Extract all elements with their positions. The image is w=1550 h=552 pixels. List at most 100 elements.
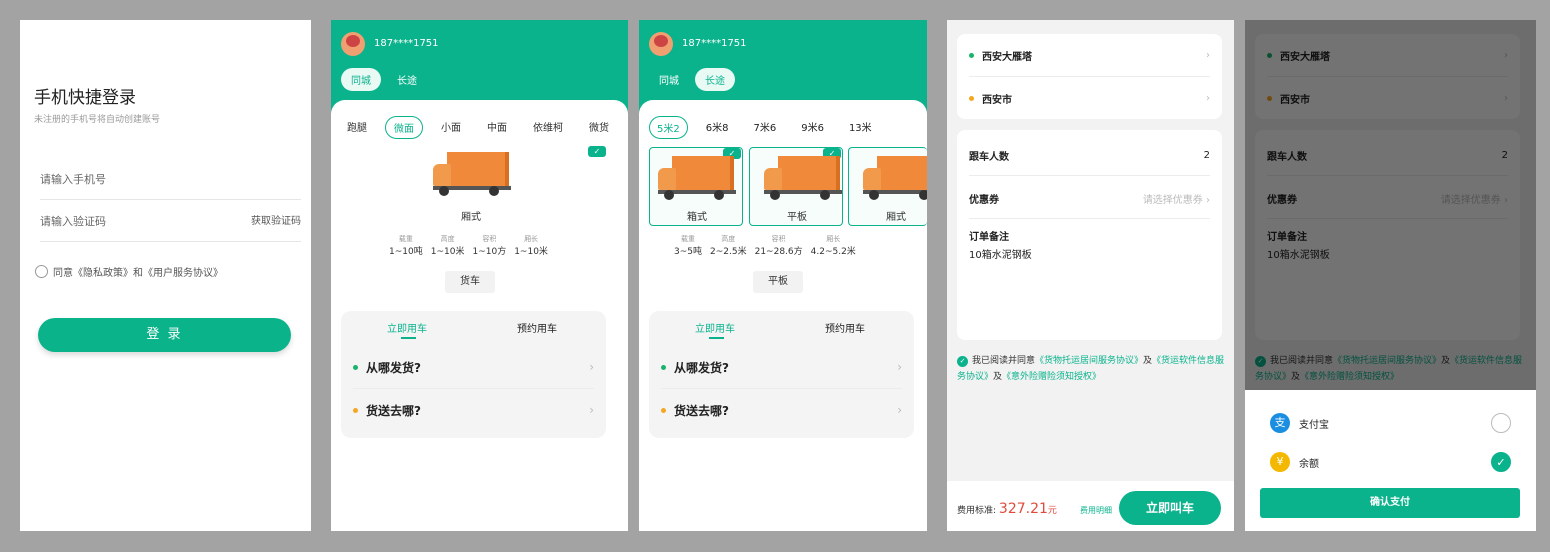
code-input[interactable]: 请输入验证码 获取验证码 [40,202,301,242]
tab-city[interactable]: 同城 [341,68,381,91]
truck-card[interactable]: ✓ 箱式 [649,147,743,226]
spec-key: 高度 [440,235,455,243]
alipay-radio[interactable] [1491,413,1511,433]
price-detail-link[interactable]: 费用明细 [1080,505,1112,516]
booking-panel: 立即用车 预约用车 从哪发货? › 货送去哪? › [341,311,606,438]
terms-and: 及 [1143,356,1153,366]
city-vehicle-screen: 187****1751 同城 长途 跑腿 微面 小面 中面 依维柯 微货 ✓ 厢… [331,20,628,531]
size-option[interactable]: 7米6 [746,116,783,139]
check-circle-icon[interactable]: ✓ [957,356,968,367]
truck-image [764,156,842,202]
price-label: 费用标准: [957,506,997,516]
vehicle-category-pill[interactable]: 平板 [753,271,803,293]
from-label: 从哪发货? [674,360,729,375]
vehicle-name: 厢式 [461,212,481,223]
order-footer: 费用标准: 327.21元 费用明细 立即叫车 [947,481,1234,531]
order-details-panel: 跟车人数 2 优惠券 请选择优惠券 › 订单备注 10箱水泥钢板 [957,130,1222,340]
agree-text: 同意《隐私政策》和《用户服务协议》 [53,268,223,279]
divider [969,76,1210,77]
spec-key: 厢长 [826,235,841,243]
route-panel: 西安大雁塔 › 西安市 › [957,34,1222,119]
chevron-right-icon: › [589,403,594,417]
vehicle-type[interactable]: 依维柯 [525,116,571,139]
vehicle-specs: 载重 1~10吨 高度 1~10米 容积 1~10方 厢长 1~10米 [389,234,548,257]
tab-city[interactable]: 同城 [649,68,689,91]
to-label: 货送去哪? [674,403,729,418]
balance-radio[interactable]: ✓ [1491,452,1511,472]
riders-label: 跟车人数 [969,151,1009,163]
price-display: 费用标准: 327.21元 [957,501,1057,517]
truck-card-label: 平板 [787,212,807,223]
balance-option[interactable]: ¥ 余额 [1270,452,1319,472]
chevron-right-icon: › [897,403,902,417]
price-unit: 元 [1047,506,1057,516]
phone-input[interactable]: 请输入手机号 [40,160,301,200]
chevron-right-icon: › [589,360,594,374]
size-option[interactable]: 9米6 [794,116,831,139]
modal-overlay[interactable] [1245,20,1536,390]
terms-link[interactable]: 《货物托运居间服务协议》 [1035,356,1143,366]
coupon-row[interactable]: 优惠券 请选择优惠券 › [969,187,1210,209]
from-row[interactable]: 西安大雁塔 › [969,42,1210,68]
terms-link[interactable]: 《意外险赠险须知授权》 [1002,372,1101,382]
coupon-value: 请选择优惠券 › [1142,194,1210,206]
vehicle-category-pill[interactable]: 货车 [445,271,495,293]
from-address-row[interactable]: 从哪发货? › [353,346,594,388]
to-address-row[interactable]: 货送去哪? › [661,389,902,431]
agree-row[interactable]: 同意《隐私政策》和《用户服务协议》 [35,264,223,279]
vehicle-type[interactable]: 跑腿 [339,116,375,139]
avatar[interactable] [341,32,365,56]
vehicle-type[interactable]: 微面 [385,116,423,139]
agree-checkbox[interactable] [35,265,48,278]
truck-card[interactable]: ✓ 平板 [749,147,843,226]
tab-long-distance[interactable]: 长途 [387,68,427,91]
login-screen: 手机快捷登录 未注册的手机号将自动创建账号 请输入手机号 请输入验证码 获取验证… [20,20,311,531]
alipay-icon: 支 [1270,413,1290,433]
alipay-option[interactable]: 支支付宝 [1270,413,1329,433]
login-button[interactable]: 登 录 [38,318,291,352]
coupon-placeholder: 请选择优惠券 [1142,194,1203,206]
booking-panel: 立即用车 预约用车 从哪发货? › 货送去哪? › [649,311,914,438]
end-dot [969,95,974,101]
vehicle-type[interactable]: 微货 [581,116,617,139]
from-address-row[interactable]: 从哪发货? › [661,346,902,388]
get-code-button[interactable]: 获取验证码 [251,202,301,242]
end-dot [661,407,666,413]
call-car-button[interactable]: 立即叫车 [1119,491,1221,525]
coin-icon: ¥ [1270,452,1290,472]
vehicle-specs: 载重 3~5吨 高度 2~2.5米 容积 21~28.6方 厢长 4.2~5.2米 [674,234,856,257]
size-option[interactable]: 6米8 [699,116,736,139]
truck-card[interactable]: 厢式 [848,147,927,226]
note-value[interactable]: 10箱水泥钢板 [969,244,1210,262]
size-option[interactable]: 13米 [842,116,879,139]
tab-long-distance[interactable]: 长途 [695,68,735,91]
tab-now[interactable]: 立即用车 [387,320,427,339]
tab-now[interactable]: 立即用车 [695,320,735,339]
spec-value: 4.2~5.2米 [810,247,856,257]
start-dot [661,364,666,370]
truck-image [863,156,927,202]
riders-row[interactable]: 跟车人数 2 [969,144,1210,166]
to-address-row[interactable]: 货送去哪? › [353,389,594,431]
tab-reserve[interactable]: 预约用车 [825,320,865,335]
riders-value: 2 [1203,149,1210,161]
confirm-pay-button[interactable]: 确认支付 [1260,488,1520,518]
coupon-label: 优惠券 [969,194,999,206]
size-option[interactable]: 5米2 [649,116,688,139]
user-phone: 187****1751 [682,38,747,49]
long-distance-screen: 187****1751 同城 长途 5米2 6米8 7米6 9米6 13米 ✓ … [639,20,927,531]
spec-value: 21~28.6方 [754,247,803,257]
terms-and: 及 [993,372,1003,382]
login-title: 手机快捷登录 [34,88,136,108]
avatar[interactable] [649,32,673,56]
check-icon: ✓ [588,146,606,157]
to-row[interactable]: 西安市 › [969,85,1210,111]
from-address: 西安大雁塔 [982,51,1032,63]
vehicle-type[interactable]: 小面 [433,116,469,139]
terms-agreement[interactable]: ✓ 我已阅读并同意《货物托运居间服务协议》及《货运软件信息服务协议》及《意外险赠险… [957,353,1227,385]
user-phone: 187****1751 [374,38,439,49]
tab-reserve[interactable]: 预约用车 [517,320,557,335]
divider [969,175,1210,176]
vehicle-type[interactable]: 中面 [479,116,515,139]
truck-card-label: 箱式 [687,212,707,223]
